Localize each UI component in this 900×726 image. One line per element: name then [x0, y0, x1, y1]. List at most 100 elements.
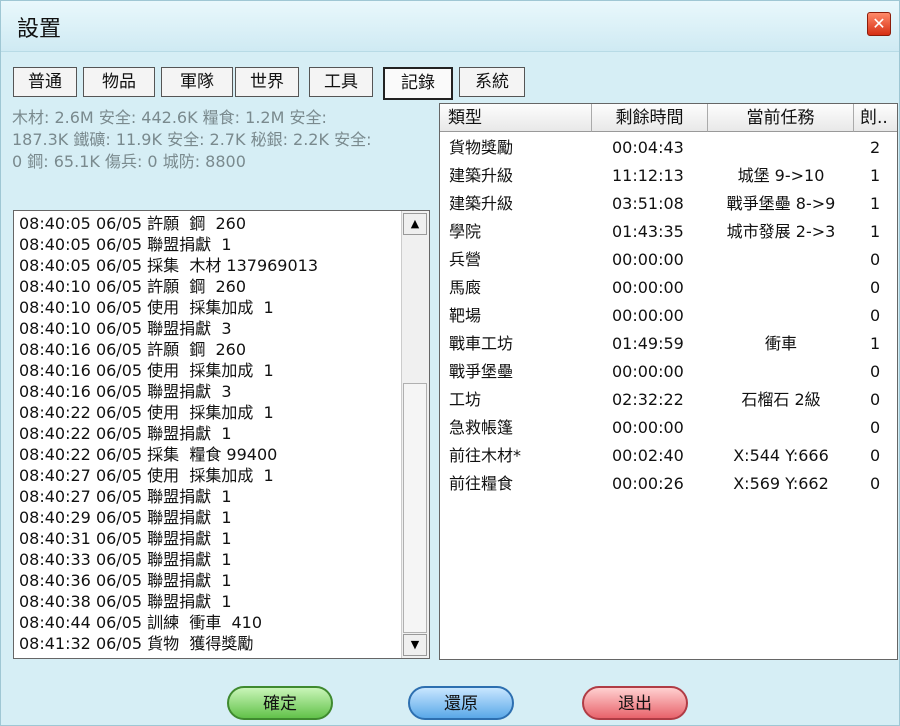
cell-time: 00:04:43 — [612, 138, 684, 157]
cell-type: 學院 — [449, 222, 482, 241]
log-entry: 08:40:27 06/05 聯盟捐獻 1 — [19, 487, 232, 506]
cell-time: 03:51:08 — [612, 194, 684, 213]
column-header-remaining-time[interactable]: 剩餘時間 — [592, 104, 708, 132]
cell-time: 01:43:35 — [612, 222, 684, 241]
cell-task: 衝車 — [764, 334, 797, 353]
cell-count: 1 — [870, 222, 881, 241]
cell-time: 00:00:00 — [612, 418, 684, 437]
cell-task — [708, 134, 854, 162]
column-header-type[interactable]: 類型 — [440, 104, 592, 132]
cell-task — [708, 358, 854, 386]
cell-task: X:569 Y:662 — [733, 474, 829, 493]
log-entry: 08:40:38 06/05 聯盟捐獻 1 — [19, 592, 232, 611]
log-entry: 08:40:05 06/05 聯盟捐獻 1 — [19, 235, 232, 254]
column-header-current-task[interactable]: 當前任務 — [708, 104, 854, 132]
log-entry: 08:40:05 06/05 採集 木材 137969013 — [19, 256, 319, 275]
log-entry: 08:40:36 06/05 聯盟捐獻 1 — [19, 571, 232, 590]
arrow-down-icon: ▼ — [410, 638, 420, 651]
log-entry: 08:40:10 06/05 使用 採集加成 1 — [19, 298, 274, 317]
scroll-up-button[interactable]: ▲ — [403, 213, 427, 235]
cell-time: 02:32:22 — [612, 390, 684, 409]
cell-type: 工坊 — [449, 390, 482, 409]
cell-type: 急救帳篷 — [449, 418, 514, 437]
window-title: 設置 — [17, 17, 62, 42]
ok-button[interactable]: 確定 — [227, 686, 333, 720]
resource-line: 木材: 2.6M 安全: 442.6K 糧食: 1.2M 安全: — [12, 108, 327, 127]
close-button[interactable]: ✕ — [867, 12, 891, 36]
close-icon: ✕ — [872, 14, 886, 33]
log-entry: 08:40:10 06/05 聯盟捐獻 3 — [19, 319, 232, 338]
cell-time: 00:02:40 — [612, 446, 684, 465]
log-entry: 08:40:16 06/05 聯盟捐獻 3 — [19, 382, 232, 401]
cell-time: 00:00:00 — [612, 362, 684, 381]
log-scrollbar[interactable]: ▲ ▼ — [401, 211, 429, 658]
tab-tools[interactable]: 工具 — [309, 67, 373, 97]
cell-count: 0 — [870, 474, 881, 493]
tab-general[interactable]: 普通 — [13, 67, 77, 97]
cell-type: 兵營 — [449, 250, 482, 269]
cell-time: 11:12:13 — [612, 166, 684, 185]
cell-type: 建築升級 — [449, 194, 514, 213]
log-entry: 08:40:16 06/05 許願 鋼 260 — [19, 340, 247, 359]
tab-army[interactable]: 軍隊 — [161, 67, 233, 97]
cell-time: 00:00:00 — [612, 306, 684, 325]
cell-task — [708, 274, 854, 302]
cell-count: 0 — [870, 418, 881, 437]
cell-count: 0 — [870, 390, 881, 409]
cell-time: 00:00:00 — [612, 278, 684, 297]
tab-items[interactable]: 物品 — [83, 67, 155, 97]
resource-summary: 木材: 2.6M 安全: 442.6K 糧食: 1.2M 安全: 187.3K … — [12, 107, 432, 173]
log-entry: 08:40:22 06/05 採集 糧食 99400 — [19, 445, 278, 464]
cell-type: 馬廄 — [449, 278, 482, 297]
cell-task — [708, 414, 854, 442]
scroll-thumb[interactable] — [403, 383, 427, 633]
log-entry: 08:40:29 06/05 聯盟捐獻 1 — [19, 508, 232, 527]
task-table: 類型 剩餘時間 當前任務 剆.. 貨物獎勵 00:04:43 2 建築升級 11… — [439, 103, 898, 660]
settings-window: 設置 ✕ 普通 物品 軍隊 世界 工具 記錄 系統 木材: 2.6M 安全: 4… — [0, 0, 900, 726]
cell-type: 前往糧食 — [449, 474, 514, 493]
cell-task: 石榴石 2級 — [741, 390, 821, 409]
tab-world[interactable]: 世界 — [235, 67, 299, 97]
tab-system[interactable]: 系統 — [459, 67, 525, 97]
cell-type: 建築升級 — [449, 166, 514, 185]
cell-time: 01:49:59 — [612, 334, 684, 353]
log-entry: 08:40:27 06/05 使用 採集加成 1 — [19, 466, 274, 485]
log-entry: 08:40:44 06/05 訓練 衝車 410 — [19, 613, 263, 632]
cell-task — [708, 302, 854, 330]
resource-line: 187.3K 鐵礦: 11.9K 安全: 2.7K 秘銀: 2.2K 安全: — [12, 130, 372, 149]
column-header-count[interactable]: 剆.. — [854, 104, 897, 132]
log-entry: 08:40:22 06/05 使用 採集加成 1 — [19, 403, 274, 422]
log-entry: 08:40:22 06/05 聯盟捐獻 1 — [19, 424, 232, 443]
cell-count: 0 — [870, 446, 881, 465]
cell-count: 0 — [870, 362, 881, 381]
cell-time: 00:00:26 — [612, 474, 684, 493]
log-entry: 08:41:32 06/05 貨物 獲得獎勵 — [19, 634, 254, 653]
cell-task — [708, 246, 854, 274]
title-bar: 設置 ✕ — [1, 1, 899, 52]
cell-type: 戰車工坊 — [449, 334, 514, 353]
tab-records[interactable]: 記錄 — [383, 67, 453, 100]
log-entry: 08:40:10 06/05 許願 鋼 260 — [19, 277, 247, 296]
cell-type: 貨物獎勵 — [449, 138, 514, 157]
reset-button[interactable]: 還原 — [408, 686, 514, 720]
cell-task: 城市發展 2->3 — [726, 222, 836, 241]
log-entry: 08:40:31 06/05 聯盟捐獻 1 — [19, 529, 232, 548]
log-entry: 08:40:05 06/05 許願 鋼 260 — [19, 214, 247, 233]
log-entry: 08:40:16 06/05 使用 採集加成 1 — [19, 361, 274, 380]
cell-task: X:544 Y:666 — [733, 446, 829, 465]
cell-type: 前往木材* — [449, 446, 522, 465]
cell-count: 0 — [870, 250, 881, 269]
cell-count: 1 — [870, 334, 881, 353]
log-list[interactable]: 08:40:05 06/05 許願 鋼 260 08:40:05 06/05 聯… — [13, 210, 430, 659]
scroll-down-button[interactable]: ▼ — [403, 634, 427, 656]
log-entry: 08:40:33 06/05 聯盟捐獻 1 — [19, 550, 232, 569]
cell-task: 戰爭堡壘 8->9 — [726, 194, 836, 213]
cell-count: 2 — [870, 138, 881, 157]
cell-count: 1 — [870, 194, 881, 213]
cell-task: 城堡 9->10 — [737, 166, 825, 185]
cell-type: 戰爭堡壘 — [449, 362, 514, 381]
cell-count: 0 — [870, 278, 881, 297]
exit-button[interactable]: 退出 — [582, 686, 688, 720]
resource-line: 0 鋼: 65.1K 傷兵: 0 城防: 8800 — [12, 152, 246, 171]
cell-type: 靶場 — [449, 306, 482, 325]
